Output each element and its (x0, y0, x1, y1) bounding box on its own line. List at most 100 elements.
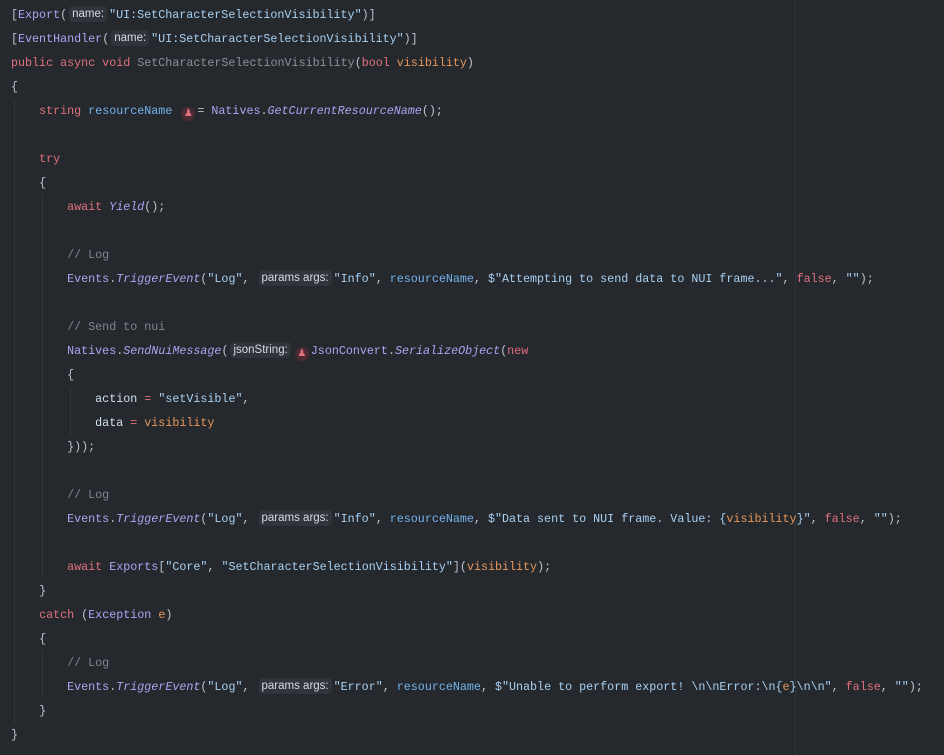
code-line[interactable]: { (11, 627, 46, 651)
punctuation: ); (537, 560, 552, 574)
string-literal: }\n\n" (789, 680, 832, 694)
string-literal: "setVisible" (158, 392, 243, 406)
string-literal: "Log" (207, 272, 243, 286)
punctuation: { (11, 80, 19, 94)
code-line[interactable]: [EventHandler(name: "UI:SetCharacterSelec… (11, 27, 418, 51)
code-line[interactable]: { (11, 171, 46, 195)
keyword: public async void (11, 56, 138, 70)
code-line[interactable]: } (11, 699, 46, 723)
method-name: GetCurrentResourceName (267, 104, 422, 118)
code-line[interactable]: try (11, 147, 60, 171)
type-name: Exception (88, 608, 159, 622)
string-literal: "Log" (207, 680, 243, 694)
local-variable: resourceName (389, 512, 474, 526)
parameter: visibility (466, 560, 538, 574)
punctuation: , (810, 512, 825, 526)
keyword: catch (39, 608, 82, 622)
method-name: TriggerEvent (116, 512, 201, 526)
punctuation: , (242, 392, 250, 406)
type-name: Exports (109, 560, 159, 574)
punctuation: , (242, 272, 257, 286)
comment: // Log (67, 248, 110, 262)
punctuation: , (880, 680, 895, 694)
keyword: false (796, 272, 832, 286)
usage-icon[interactable]: ♟ (181, 107, 196, 121)
parameter: e (782, 680, 790, 694)
code-line[interactable]: data = visibility (11, 411, 214, 435)
punctuation: , (375, 512, 390, 526)
code-line[interactable]: })); (11, 435, 95, 459)
code-line[interactable]: Events.TriggerEvent("Log", params args: "… (11, 675, 923, 699)
type-name: EventHandler (18, 32, 103, 46)
code-line[interactable]: [Export(name: "UI:SetCharacterSelectionVi… (11, 3, 376, 27)
code-line[interactable]: action = "setVisible", (11, 387, 250, 411)
code-editor[interactable]: [Export(name: "UI:SetCharacterSelectionVi… (0, 0, 944, 755)
punctuation: , (480, 680, 495, 694)
code-line[interactable]: // Send to nui (11, 315, 165, 339)
code-line[interactable]: await Yield(); (11, 195, 165, 219)
inlay-hint[interactable]: params args: (258, 270, 332, 286)
type-name: JsonConvert (310, 344, 388, 358)
punctuation: ( (102, 32, 110, 46)
keyword: false (824, 512, 860, 526)
inlay-hint[interactable]: jsonString: (230, 342, 291, 358)
string-literal: $"Data sent to NUI frame. Value: { (487, 512, 727, 526)
punctuation: ( (221, 344, 229, 358)
string-literal: "" (873, 512, 888, 526)
code-line[interactable]: Natives. SendNuiMessage(jsonString: ♟ JsonC… (11, 339, 528, 363)
punctuation: [ (11, 32, 19, 46)
code-line[interactable]: { (11, 75, 18, 99)
code-line[interactable]: // Log (11, 483, 109, 507)
punctuation: , (859, 512, 874, 526)
code-line[interactable]: catch (Exception e) (11, 603, 172, 627)
method-name: TriggerEvent (116, 680, 201, 694)
string-literal: "SetCharacterSelectionVisibility" (221, 560, 453, 574)
code-line[interactable]: await Exports["Core", "SetCharacterSelec… (11, 555, 551, 579)
punctuation: , (375, 272, 390, 286)
punctuation: , (831, 680, 846, 694)
code-line[interactable]: string resourceName ♟ = Natives.GetCurren… (11, 99, 443, 123)
inlay-hint[interactable]: name: (69, 6, 108, 22)
keyword: = (144, 392, 159, 406)
code-line[interactable]: Events.TriggerEvent("Log", params args: "… (11, 267, 874, 291)
punctuation: } (11, 728, 19, 742)
punctuation: (); (144, 200, 166, 214)
code-line[interactable]: public async void SetCharacterSelectionV… (11, 51, 474, 75)
keyword: try (39, 152, 61, 166)
code-line[interactable]: // Log (11, 243, 109, 267)
usage-icon[interactable]: ♟ (294, 347, 309, 361)
local-variable: resourceName (88, 104, 180, 118)
property: data (95, 416, 131, 430)
string-literal: "" (845, 272, 860, 286)
type-name: Events (67, 512, 110, 526)
code-line[interactable]: // Log (11, 651, 109, 675)
method-name: Yield (109, 200, 145, 214)
inlay-hint[interactable]: name: (111, 30, 150, 46)
code-line[interactable]: } (11, 579, 46, 603)
punctuation: ( (60, 8, 68, 22)
code-line[interactable]: } (11, 723, 18, 747)
code-line[interactable]: Events.TriggerEvent("Log", params args: "… (11, 507, 902, 531)
type-name: Export (18, 8, 61, 22)
keyword: string (39, 104, 89, 118)
keyword: false (845, 680, 881, 694)
punctuation: ( (354, 56, 362, 70)
inlay-hint[interactable]: params args: (258, 510, 332, 526)
string-literal: "Core" (165, 560, 208, 574)
punctuation: ]( (452, 560, 467, 574)
punctuation: ); (887, 512, 902, 526)
punctuation: , (831, 272, 846, 286)
string-literal: "Error" (333, 680, 383, 694)
punctuation: } (39, 704, 47, 718)
inlay-hint[interactable]: params args: (258, 678, 332, 694)
code-line[interactable]: { (11, 363, 74, 387)
